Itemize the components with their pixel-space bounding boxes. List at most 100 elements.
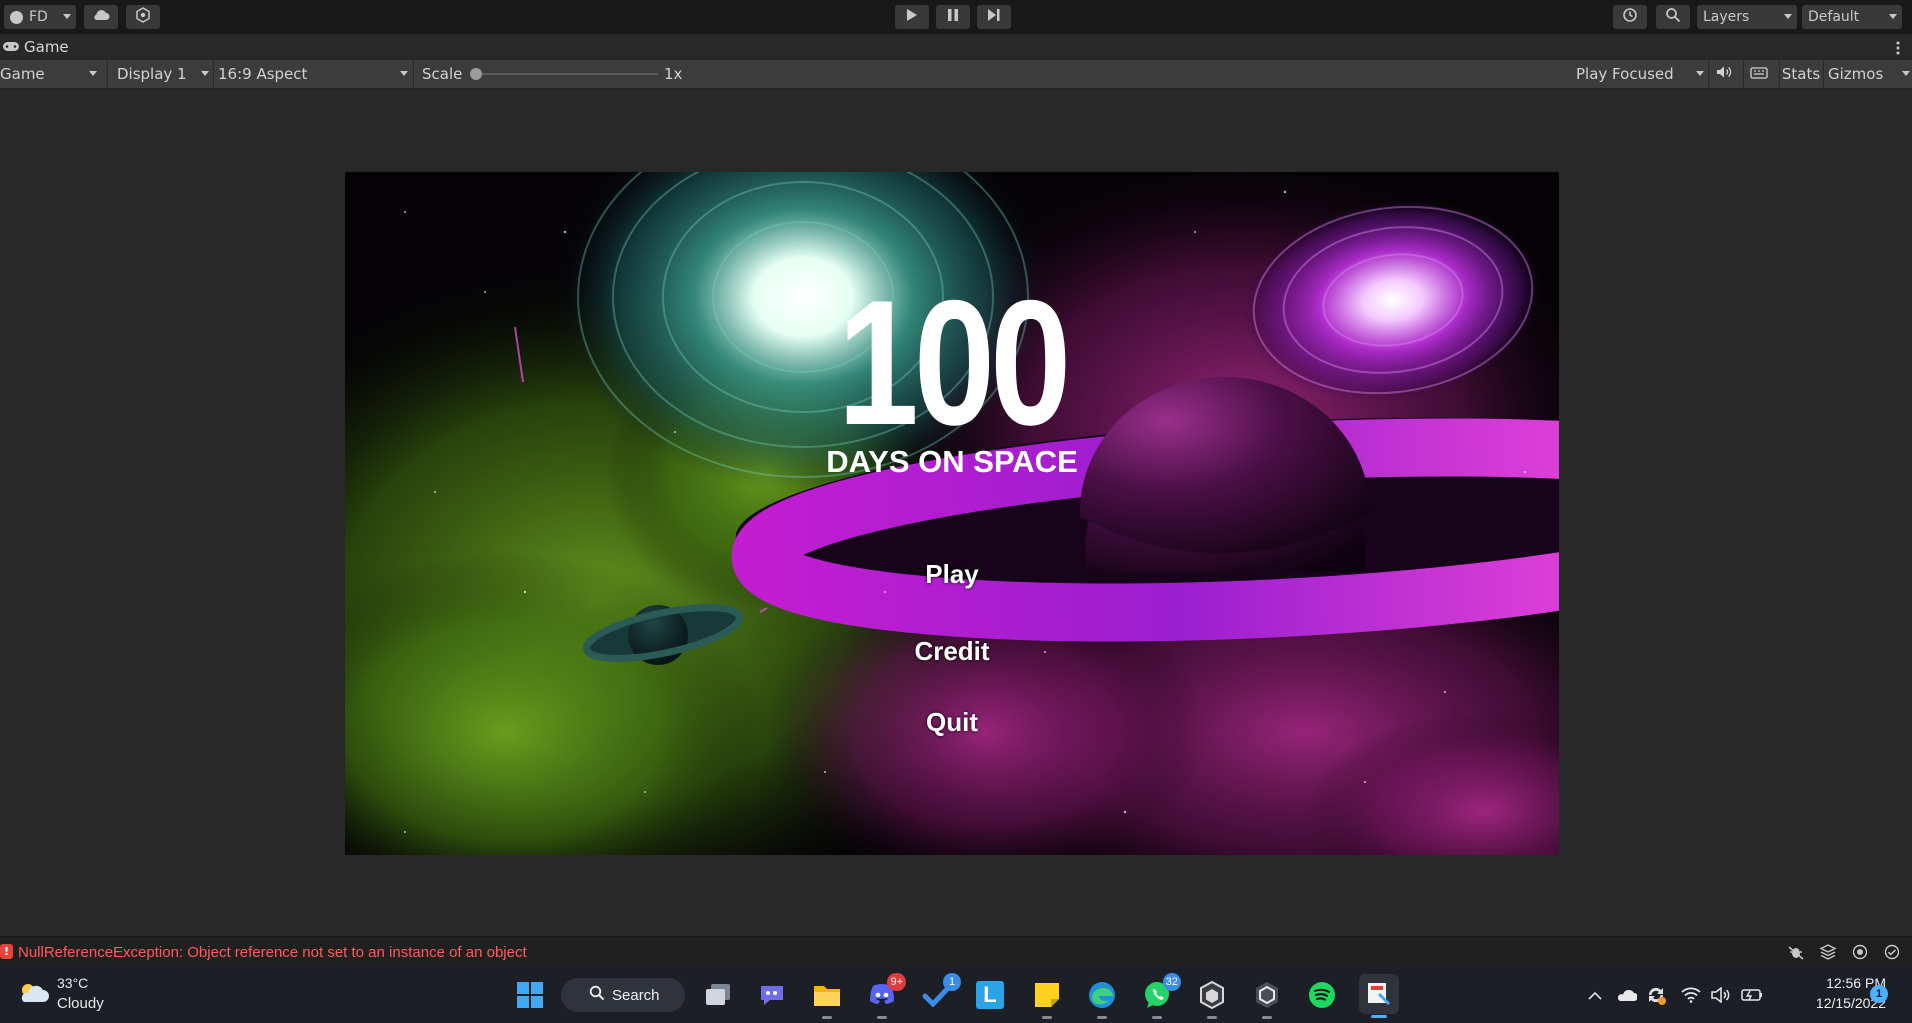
keyboard-icon xyxy=(1750,65,1768,83)
error-icon: ! xyxy=(0,944,13,959)
volume-icon[interactable] xyxy=(1708,966,1734,1023)
play-mode-dropdown[interactable]: Play Focused xyxy=(1572,60,1706,88)
discord-icon[interactable]: 9+ xyxy=(866,973,906,1019)
kebab-menu-icon[interactable] xyxy=(1896,40,1900,55)
unity-icon[interactable] xyxy=(1251,979,1283,1019)
check-circle-icon[interactable] xyxy=(1884,944,1900,964)
whatsapp-icon[interactable]: 32 xyxy=(1141,973,1181,1019)
step-icon xyxy=(987,8,1001,26)
tab-game-label: Game xyxy=(24,38,69,56)
layout-label: Default xyxy=(1808,9,1860,25)
layers-label: Layers xyxy=(1703,9,1750,25)
weather-temp: 33°C xyxy=(57,975,89,991)
display-label: Display 1 xyxy=(117,65,187,83)
task-view-icon[interactable] xyxy=(702,979,734,1011)
onedrive-icon[interactable] xyxy=(1613,966,1639,1023)
display-dropdown[interactable]: Display 1 xyxy=(113,60,211,88)
running-indicator xyxy=(1152,1016,1162,1019)
view-mode-label: Game xyxy=(0,65,45,83)
running-indicator xyxy=(1042,1016,1052,1019)
chevron-down-icon xyxy=(1696,71,1704,76)
teams-chat-icon[interactable] xyxy=(756,979,788,1011)
account-icon xyxy=(10,10,23,24)
aspect-dropdown[interactable]: 16:9 Aspect xyxy=(214,60,412,88)
active-indicator xyxy=(1371,1015,1387,1018)
game-tab-row: Game xyxy=(0,34,1912,61)
spotify-icon[interactable] xyxy=(1306,979,1338,1011)
game-title-subtitle: DAYS ON SPACE xyxy=(826,444,1078,479)
clock[interactable]: 12:56 PM 12/15/2022 xyxy=(1770,974,1886,1016)
notification-badge[interactable]: 1 xyxy=(1870,985,1888,1003)
sticky-notes-icon[interactable] xyxy=(1031,979,1063,1019)
tab-game[interactable]: Game xyxy=(2,34,69,60)
history-button[interactable] xyxy=(1613,5,1647,29)
battery-icon[interactable] xyxy=(1738,966,1766,1023)
quit-menu-button[interactable]: Quit xyxy=(852,707,1052,738)
target-icon[interactable] xyxy=(1852,944,1868,964)
taskbar-search-button[interactable]: Search xyxy=(561,978,685,1012)
error-message[interactable]: NullReferenceException: Object reference… xyxy=(18,944,527,961)
search-icon xyxy=(1665,7,1681,27)
chevron-down-icon xyxy=(1902,71,1910,76)
windows-taskbar: 33°C Cloudy Search 9+ 1 L 32 12:56 PM 12… xyxy=(0,966,1912,1023)
unity-hub-icon[interactable] xyxy=(1196,979,1228,1019)
stats-button[interactable]: Stats xyxy=(1775,60,1823,88)
launcher-l-icon[interactable]: L xyxy=(976,981,1004,1009)
layers-stack-icon[interactable] xyxy=(1819,944,1837,964)
collab-icon xyxy=(135,7,151,27)
launcher-l-glyph: L xyxy=(983,982,997,1007)
layers-dropdown[interactable]: Layers xyxy=(1697,5,1797,29)
aspect-label: 16:9 Aspect xyxy=(218,65,308,83)
game-title-number: 100 xyxy=(837,263,1072,462)
toolbar-divider xyxy=(107,60,108,88)
weather-widget[interactable]: 33°C Cloudy xyxy=(14,974,134,1016)
console-status-bar[interactable]: ! NullReferenceException: Object referen… xyxy=(0,936,1912,967)
running-indicator xyxy=(877,1016,887,1019)
cloud-button[interactable] xyxy=(84,5,118,29)
view-mode-dropdown[interactable]: Game xyxy=(0,60,105,88)
editor-top-bar: FD Layers Default xyxy=(0,0,1912,34)
paint-icon[interactable] xyxy=(1359,974,1399,1018)
step-button[interactable] xyxy=(977,5,1011,29)
file-explorer-icon[interactable] xyxy=(811,979,843,1019)
game-screen: 100 DAYS ON SPACE Play Credit Quit xyxy=(345,172,1559,855)
account-dropdown[interactable]: FD xyxy=(4,5,76,29)
scale-value: 1x xyxy=(664,65,683,83)
play-button[interactable] xyxy=(895,5,929,29)
collab-button[interactable] xyxy=(126,5,160,29)
play-icon xyxy=(906,8,918,26)
debug-icon[interactable] xyxy=(1787,944,1805,964)
windows-start-icon[interactable] xyxy=(514,979,546,1011)
history-icon xyxy=(1622,7,1638,27)
game-view-toolbar: Game Display 1 16:9 Aspect Scale 1x Play… xyxy=(0,60,1912,89)
toolbar-divider xyxy=(413,60,414,88)
show-hidden-icons-button[interactable] xyxy=(1583,966,1607,1023)
pause-button[interactable] xyxy=(936,5,970,29)
gamepad-icon xyxy=(2,38,20,56)
edge-icon[interactable] xyxy=(1086,979,1118,1019)
search-icon xyxy=(589,985,605,1005)
credit-menu-button[interactable]: Credit xyxy=(852,636,1052,667)
sync-icon[interactable] xyxy=(1643,966,1669,1023)
shortcuts-button[interactable] xyxy=(1746,60,1778,88)
account-label: FD xyxy=(29,9,48,25)
layout-dropdown[interactable]: Default xyxy=(1802,5,1902,29)
todo-icon[interactable]: 1 xyxy=(921,973,961,1011)
toolbar-divider xyxy=(1708,60,1709,88)
play-menu-button[interactable]: Play xyxy=(852,559,1052,590)
wifi-icon[interactable] xyxy=(1678,966,1704,1023)
chevron-down-icon xyxy=(201,71,209,76)
scale-slider[interactable] xyxy=(470,68,658,80)
chevron-down-icon xyxy=(1889,14,1897,19)
mute-audio-button[interactable] xyxy=(1712,60,1742,88)
gizmos-label: Gizmos xyxy=(1828,65,1884,83)
clock-time: 12:56 PM xyxy=(1826,975,1886,991)
scale-slider-handle[interactable] xyxy=(470,68,482,80)
search-button[interactable] xyxy=(1656,5,1690,29)
toolbar-divider xyxy=(1743,60,1744,88)
running-indicator xyxy=(822,1016,832,1019)
taskbar-search-label: Search xyxy=(612,986,660,1004)
gizmos-dropdown[interactable]: Gizmos xyxy=(1824,60,1912,88)
play-mode-label: Play Focused xyxy=(1576,65,1674,83)
todo-badge: 1 xyxy=(943,973,961,991)
